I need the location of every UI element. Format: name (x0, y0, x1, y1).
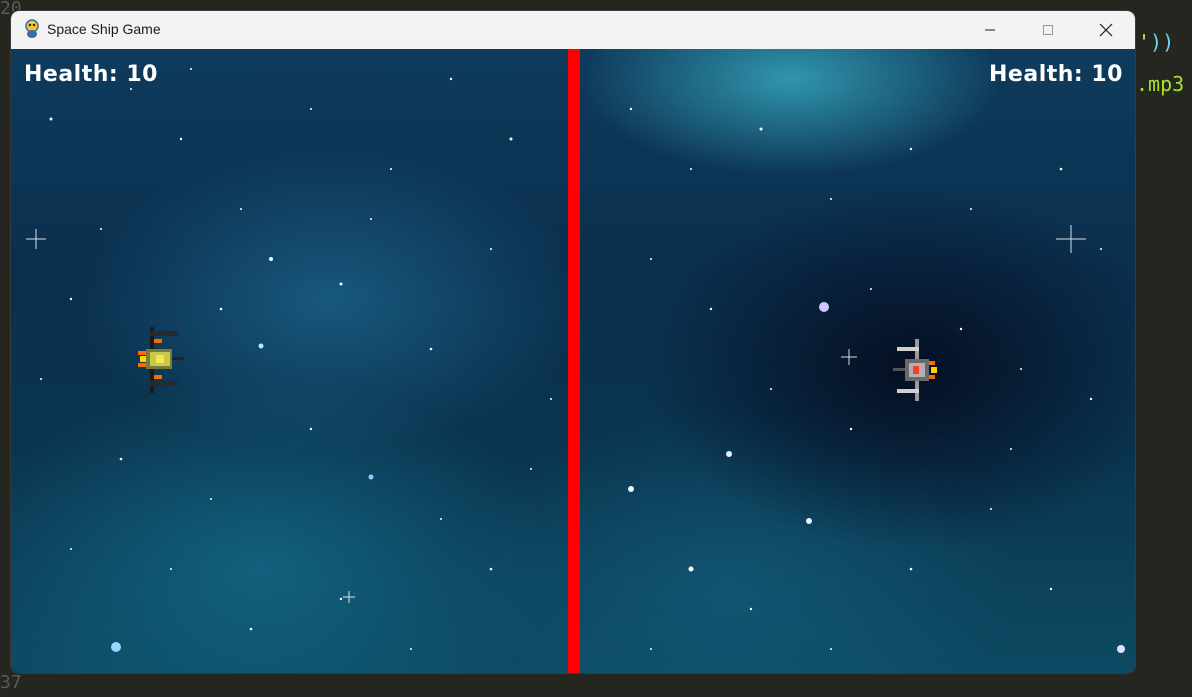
code-fragment: .mp3 (1136, 72, 1185, 96)
maximize-button[interactable] (1019, 11, 1077, 49)
code-fragment: ')) (1138, 30, 1175, 54)
yellow-spaceship (138, 327, 184, 393)
close-icon (1099, 23, 1113, 37)
red-spaceship (893, 339, 937, 401)
close-button[interactable] (1077, 11, 1135, 49)
pygame-snake-icon (25, 19, 39, 38)
minimize-button[interactable] (961, 11, 1019, 49)
title-bar[interactable]: Space Ship Game (11, 11, 1135, 50)
center-border-line (568, 49, 580, 673)
game-canvas[interactable]: Health: 10 Health: 10 (11, 49, 1135, 673)
minimize-icon (985, 29, 995, 31)
maximize-icon (1043, 25, 1053, 35)
line-number: 37 (0, 672, 22, 693)
right-health-label: Health: 10 (989, 62, 1123, 87)
game-window: Space Ship Game Health: 10 Health: 10 (11, 11, 1135, 673)
left-health-label: Health: 10 (24, 62, 158, 87)
window-title: Space Ship Game (47, 21, 161, 37)
